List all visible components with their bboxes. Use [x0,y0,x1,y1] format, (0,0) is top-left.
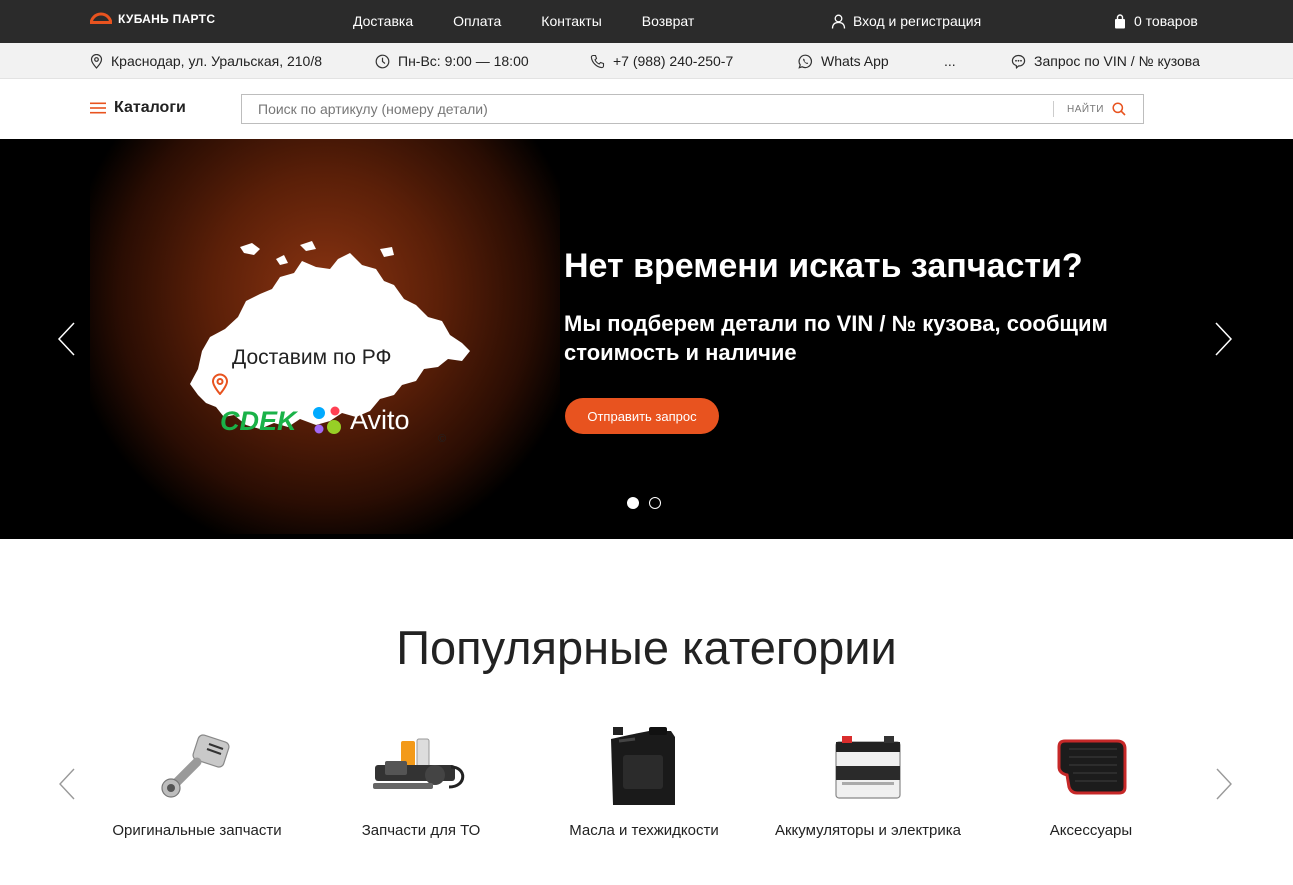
location-pin-icon [90,53,103,69]
logo-icon [90,12,112,25]
cdek-logo: CDEK [220,406,297,436]
search-button[interactable]: НАЙТИ [1067,95,1126,123]
login-link[interactable]: Вход и регистрация [831,13,981,29]
slider-dot-2[interactable] [649,497,661,509]
nav-return[interactable]: Возврат [642,13,695,29]
popular-categories-title: Популярные категории [396,621,897,674]
chevron-left-icon[interactable] [56,321,76,357]
category-maintenance-parts[interactable]: Запчасти для ТО [321,722,521,839]
category-original-parts[interactable]: Оригинальные запчасти [97,722,297,839]
send-request-button[interactable]: Отправить запрос [565,398,719,434]
phone-icon [590,54,605,68]
category-oils-fluids[interactable]: Масла и техжидкости [544,722,744,839]
address-item[interactable]: Краснодар, ул. Уральская, 210/8 [90,53,322,69]
nav-contacts[interactable]: Контакты [541,13,601,29]
nav-payment[interactable]: Оплата [453,13,501,29]
piston-icon [161,734,230,798]
top-bar: КУБАНЬ ПАРТС Доставка Оплата Контакты Во… [0,0,1293,43]
vin-request-link[interactable]: Запрос по VIN / № кузова [1011,53,1200,69]
bag-icon [1115,13,1125,28]
more-text: ... [944,53,956,69]
top-nav: Доставка Оплата Контакты Возврат [353,13,734,29]
category-label: Аккумуляторы и электрика [774,822,961,839]
maintenance-kit-icon [373,738,465,789]
car-mat-icon [1057,739,1127,795]
category-accessories[interactable]: Аксессуары [991,722,1191,839]
hamburger-menu-icon [90,102,106,114]
copyright-mark: © [438,433,447,445]
slider-dots [627,497,661,509]
phone-item[interactable]: +7 (988) 240-250-7 [590,53,733,69]
battery-icon [835,736,901,799]
cart-link[interactable]: 0 товаров [1114,13,1198,29]
whatsapp-link[interactable]: Whats App [798,53,889,69]
search-icon [1112,102,1126,116]
category-label: Аксессуары [1049,822,1133,839]
avito-dots-icon [313,406,341,434]
avito-logo: Avito [350,405,410,435]
catalogs-button[interactable]: Каталоги [90,99,186,117]
map-pin-icon [211,373,229,395]
slider-dot-1[interactable] [627,497,639,509]
catalogs-label: Каталоги [114,99,186,116]
category-label: Запчасти для ТО [361,822,481,839]
phone-text: +7 (988) 240-250-7 [613,53,734,69]
categories-prev-icon[interactable] [58,767,76,801]
search-button-label: НАЙТИ [1067,103,1104,115]
login-label: Вход и регистрация [853,13,982,29]
logo-text: КУБАНЬ ПАРТС [118,12,216,26]
category-label: Оригинальные запчасти [112,822,282,839]
hero-title: Нет времени искать запчасти? [564,247,1083,285]
vin-request-text: Запрос по VIN / № кузова [1034,53,1200,69]
oil-canister-icon [611,727,675,805]
cart-label: 0 товаров [1134,13,1198,29]
category-batteries[interactable]: Аккумуляторы и электрика [768,722,968,839]
info-bar: Краснодар, ул. Уральская, 210/8 Пн-Вс: 9… [0,43,1293,79]
whatsapp-text: Whats App [821,53,889,69]
hours-text: Пн-Вс: 9:00 — 18:00 [398,53,529,69]
user-icon [831,14,846,29]
chevron-right-icon[interactable] [1214,321,1234,357]
search-bar: НАЙТИ [241,94,1144,124]
search-divider [1053,101,1054,117]
category-label: Масла и техжидкости [569,822,719,839]
hero-subtitle: Мы подберем детали по VIN / № кузова, со… [564,311,1108,365]
clock-icon [375,54,390,68]
hero-slider: Доставим по РФ CDEK Avito © Нет времени … [0,139,1293,539]
chat-icon [1011,54,1026,69]
logo[interactable]: КУБАНЬ ПАРТС [90,12,215,26]
hours-item: Пн-Вс: 9:00 — 18:00 [375,53,529,69]
more-contacts-button[interactable]: ... [944,53,956,69]
categories-next-icon[interactable] [1215,767,1233,801]
map-delivery-text: Доставим по РФ [232,346,392,369]
whatsapp-icon [798,54,812,69]
nav-delivery[interactable]: Доставка [353,13,413,29]
search-input[interactable] [242,95,1052,123]
address-text: Краснодар, ул. Уральская, 210/8 [111,53,323,69]
